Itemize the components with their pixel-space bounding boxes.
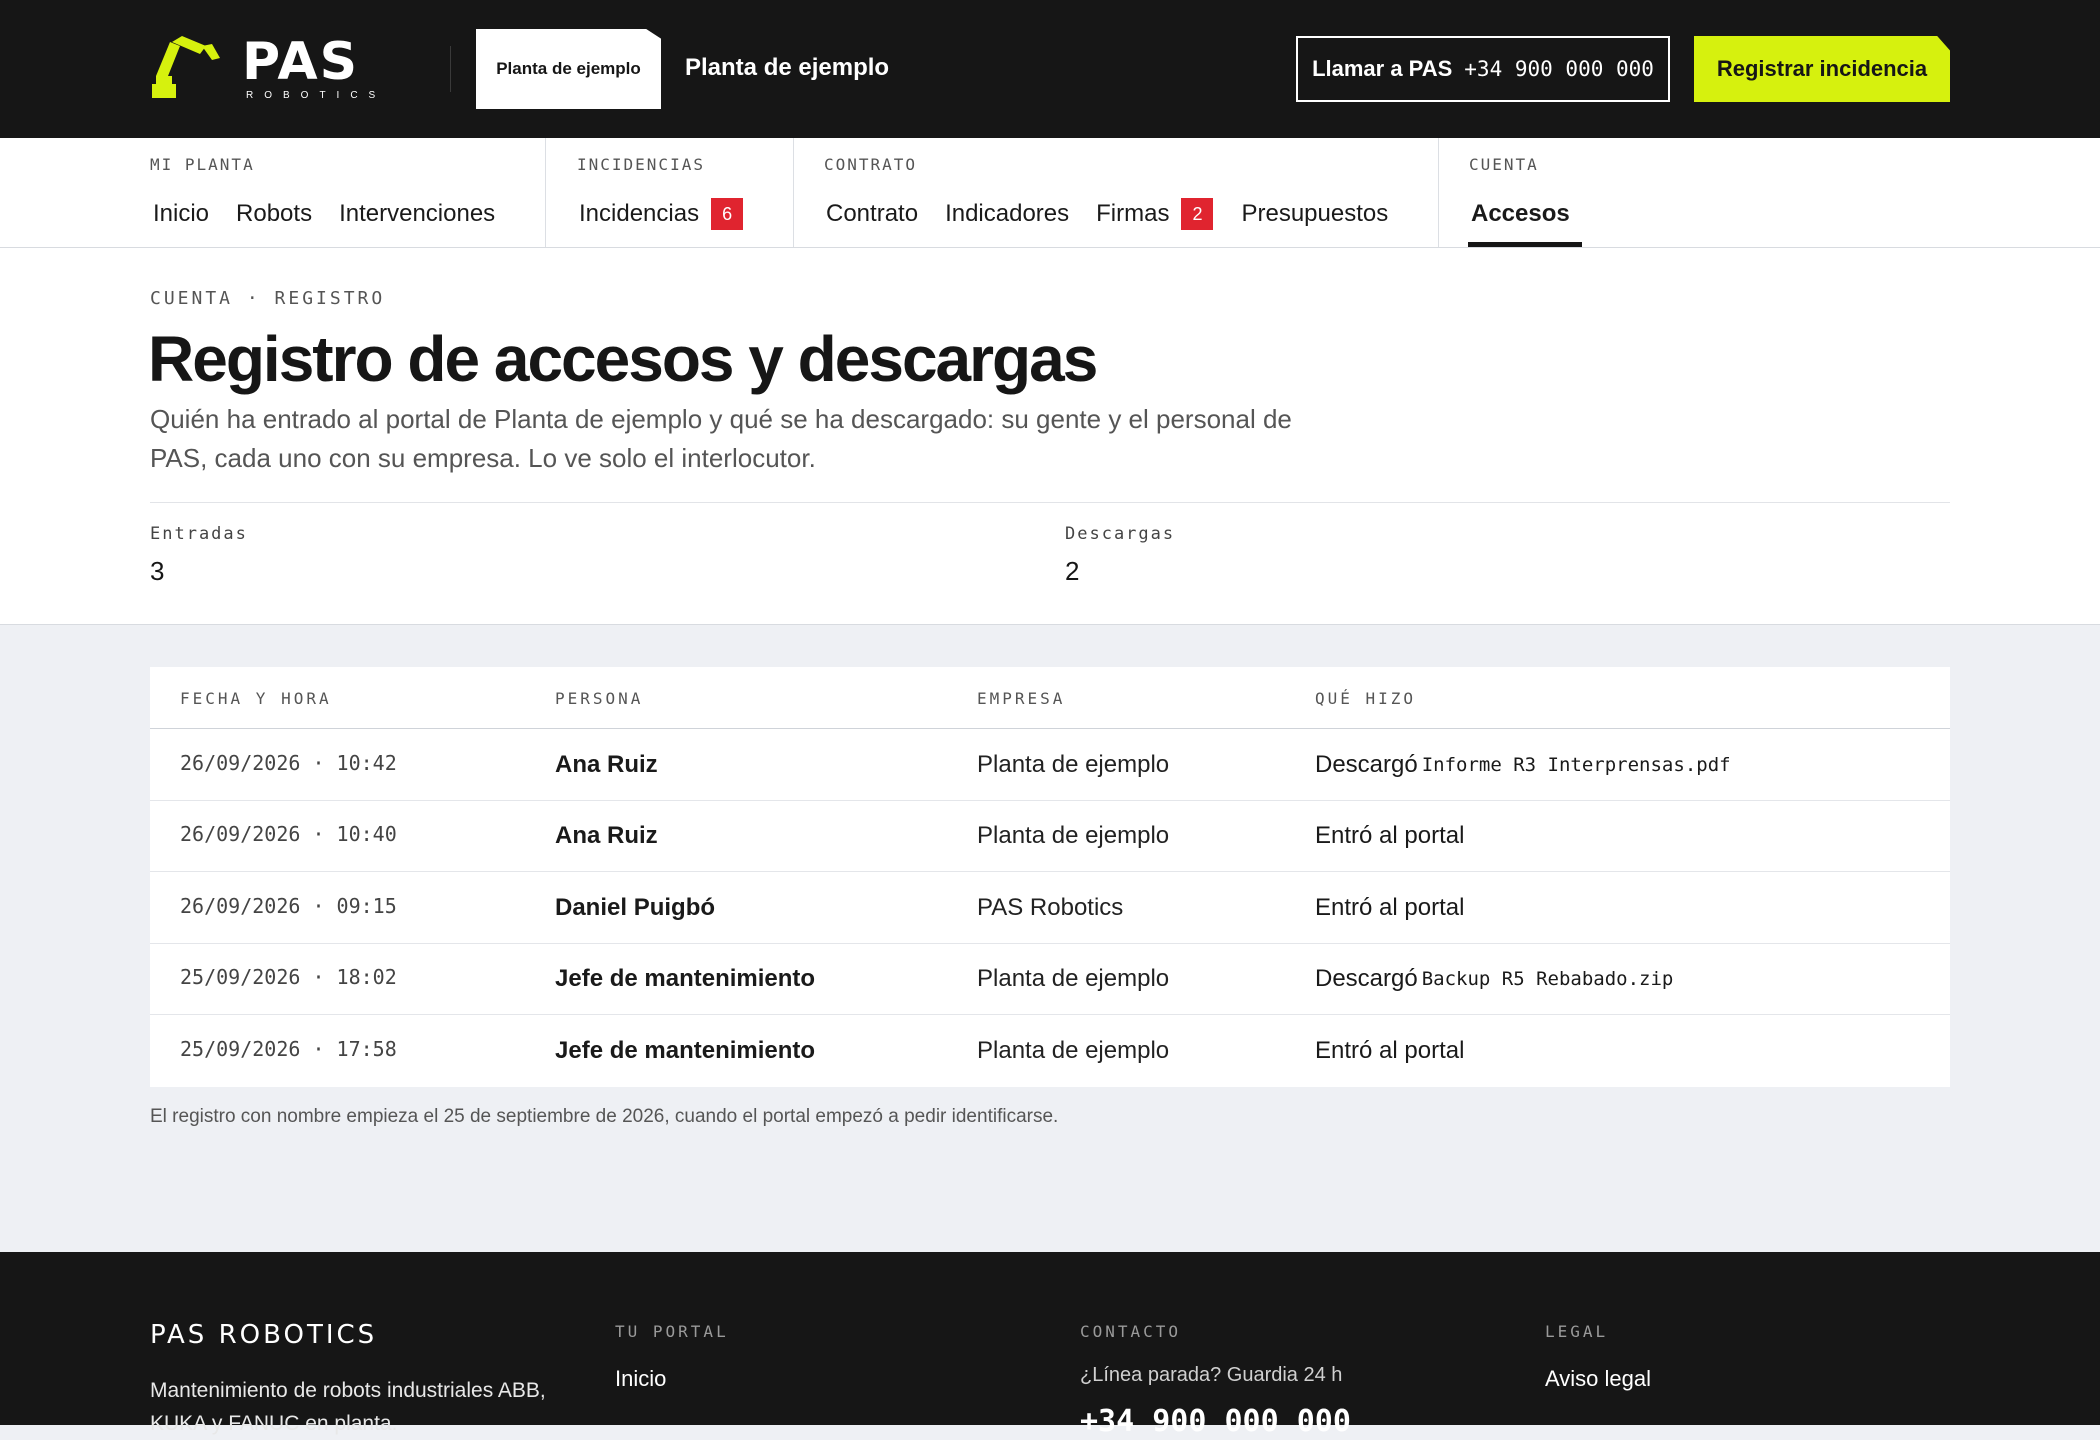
plant-name: Planta de ejemplo bbox=[685, 54, 890, 81]
nav-item-firmas[interactable]: Firmas 2 bbox=[1096, 196, 1214, 232]
top-bar: PAS ROBOTICS Planta de ejemplo Planta de… bbox=[0, 0, 2100, 138]
nav-item-incidencias[interactable]: Incidencias 6 bbox=[579, 196, 744, 232]
footer-contact-label: CONTACTO bbox=[1080, 1322, 1182, 1341]
action-verb: Descargó bbox=[1315, 965, 1418, 992]
stat-label: Entradas bbox=[150, 524, 248, 544]
register-incident-button[interactable]: Registrar incidencia bbox=[1694, 36, 1950, 102]
stat-label: Descargas bbox=[1065, 524, 1176, 544]
nav-group-label: CUENTA bbox=[1469, 155, 1539, 174]
nav-item-label: Incidencias bbox=[579, 200, 700, 227]
call-button-label: Llamar a PAS bbox=[1312, 56, 1453, 81]
main-nav: MI PLANTA Inicio Robots Intervenciones I… bbox=[0, 138, 2100, 248]
cell-company: Planta de ejemplo bbox=[977, 822, 1170, 849]
nav-group-cuenta: CUENTA Accesos bbox=[1438, 138, 1738, 247]
cell-person: Ana Ruiz bbox=[555, 750, 658, 778]
footer-contact-text: ¿Línea parada? Guardia 24 h bbox=[1080, 1364, 1343, 1386]
cell-person: Ana Ruiz bbox=[555, 822, 658, 849]
footer-link-inicio[interactable]: Inicio bbox=[615, 1366, 666, 1392]
firmas-count-badge: 2 bbox=[1181, 198, 1214, 230]
cell-person: Daniel Puigbó bbox=[555, 893, 716, 921]
nav-item-indicadores[interactable]: Indicadores bbox=[945, 196, 1069, 232]
cell-person: Jefe de mantenimiento bbox=[555, 965, 816, 992]
cell-action: Entró al portal bbox=[1315, 1015, 1464, 1086]
pas-logo[interactable]: PAS ROBOTICS bbox=[150, 36, 408, 102]
page-header: CUENTA · REGISTRO Registro de accesos y … bbox=[0, 248, 2100, 625]
stat-value: 2 bbox=[1065, 556, 1080, 586]
cell-action: Descargó Informe R3 Interprensas.pdf bbox=[1315, 729, 1731, 800]
brand-subtitle: ROBOTICS bbox=[246, 90, 387, 101]
cell-action: Entró al portal bbox=[1315, 801, 1464, 872]
plant-badge[interactable]: Planta de ejemplo bbox=[476, 29, 661, 109]
footer-link-aviso-legal[interactable]: Aviso legal bbox=[1545, 1366, 1651, 1392]
call-button-number: +34 900 000 000 bbox=[1464, 57, 1654, 81]
table-row: 26/09/2026 · 09:15 Daniel Puigbó PAS Rob… bbox=[150, 872, 1950, 944]
action-verb: Descargó bbox=[1315, 750, 1418, 778]
footer-legal-label: LEGAL bbox=[1545, 1322, 1609, 1341]
table-row: 26/09/2026 · 10:42 Ana Ruiz Planta de ej… bbox=[150, 729, 1950, 801]
footer: PAS ROBOTICS Mantenimiento de robots ind… bbox=[0, 1252, 2100, 1439]
column-header-person: PERSONA bbox=[555, 689, 644, 708]
table-row: 26/09/2026 · 10:40 Ana Ruiz Planta de ej… bbox=[150, 801, 1950, 872]
table-header: FECHA Y HORA PERSONA EMPRESA QUÉ HIZO bbox=[150, 667, 1950, 729]
incidencias-count-badge: 6 bbox=[711, 198, 744, 230]
action-verb: Entró al portal bbox=[1315, 1036, 1465, 1064]
action-verb: Entró al portal bbox=[1315, 893, 1465, 921]
robot-arm-icon bbox=[150, 36, 222, 100]
column-header-date: FECHA Y HORA bbox=[180, 689, 332, 708]
header-divider bbox=[450, 46, 451, 92]
cell-date: 25/09/2026 · 17:58 bbox=[180, 1036, 397, 1061]
stat-value: 3 bbox=[150, 556, 165, 586]
cell-date: 26/09/2026 · 09:15 bbox=[180, 893, 397, 918]
stat-descargas: Descargas 2 bbox=[1065, 524, 1175, 587]
nav-group-mi-planta: MI PLANTA Inicio Robots Intervenciones bbox=[150, 138, 545, 247]
nav-group-label: INCIDENCIAS bbox=[577, 155, 705, 174]
stat-entradas: Entradas 3 bbox=[150, 524, 248, 587]
action-verb: Entró al portal bbox=[1315, 822, 1465, 849]
nav-item-intervenciones[interactable]: Intervenciones bbox=[339, 196, 495, 232]
cell-company: PAS Robotics bbox=[977, 893, 1124, 921]
cell-company: Planta de ejemplo bbox=[977, 965, 1170, 992]
nav-group-label: MI PLANTA bbox=[150, 155, 255, 174]
cell-person: Jefe de mantenimiento bbox=[555, 1036, 816, 1064]
footer-description: Mantenimiento de robots industriales ABB… bbox=[150, 1379, 546, 1435]
breadcrumb: CUENTA · REGISTRO bbox=[150, 288, 386, 309]
page-description: Quién ha entrado al portal de Planta de … bbox=[150, 404, 1292, 473]
column-header-company: EMPRESA bbox=[977, 689, 1066, 708]
divider bbox=[150, 502, 1950, 503]
table-row: 25/09/2026 · 17:58 Jefe de mantenimiento… bbox=[150, 1015, 1950, 1087]
call-pas-button[interactable]: Llamar a PAS +34 900 000 000 bbox=[1296, 36, 1670, 102]
nav-item-accesos[interactable]: Accesos bbox=[1471, 196, 1570, 232]
brand-wordmark: PAS bbox=[242, 32, 360, 92]
nav-item-contrato[interactable]: Contrato bbox=[826, 196, 918, 232]
nav-group-contrato: CONTRATO Contrato Indicadores Firmas 2 P… bbox=[793, 138, 1438, 247]
cell-date: 25/09/2026 · 18:02 bbox=[180, 965, 397, 989]
active-tab-indicator bbox=[1468, 242, 1582, 247]
nav-item-robots[interactable]: Robots bbox=[236, 196, 312, 232]
cell-action: Descargó Backup R5 Rebabado.zip bbox=[1315, 944, 1673, 1015]
nav-item-presupuestos[interactable]: Presupuestos bbox=[1241, 196, 1388, 232]
cell-action: Entró al portal bbox=[1315, 872, 1464, 943]
access-log-table: FECHA Y HORA PERSONA EMPRESA QUÉ HIZO 26… bbox=[150, 667, 1950, 1087]
log-footnote: El registro con nombre empieza el 25 de … bbox=[150, 1106, 1059, 1127]
cell-date: 26/09/2026 · 10:42 bbox=[180, 750, 397, 775]
nav-item-label: Firmas bbox=[1096, 200, 1170, 227]
footer-brand: PAS ROBOTICS bbox=[150, 1320, 378, 1350]
footer-phone-link[interactable]: +34 900 000 000 bbox=[1080, 1404, 1351, 1439]
nav-item-inicio[interactable]: Inicio bbox=[153, 196, 209, 232]
downloaded-file: Backup R5 Rebabado.zip bbox=[1421, 968, 1674, 990]
page-title: Registro de accesos y descargas bbox=[148, 323, 1098, 395]
cell-company: Planta de ejemplo bbox=[977, 1036, 1170, 1064]
nav-group-incidencias: INCIDENCIAS Incidencias 6 bbox=[545, 138, 793, 247]
column-header-action: QUÉ HIZO bbox=[1315, 689, 1417, 708]
cell-company: Planta de ejemplo bbox=[977, 750, 1170, 778]
downloaded-file: Informe R3 Interprensas.pdf bbox=[1421, 753, 1731, 776]
cell-date: 26/09/2026 · 10:40 bbox=[180, 822, 397, 846]
footer-portal-label: TU PORTAL bbox=[615, 1322, 729, 1341]
table-row: 25/09/2026 · 18:02 Jefe de mantenimiento… bbox=[150, 944, 1950, 1015]
nav-group-label: CONTRATO bbox=[824, 155, 918, 174]
